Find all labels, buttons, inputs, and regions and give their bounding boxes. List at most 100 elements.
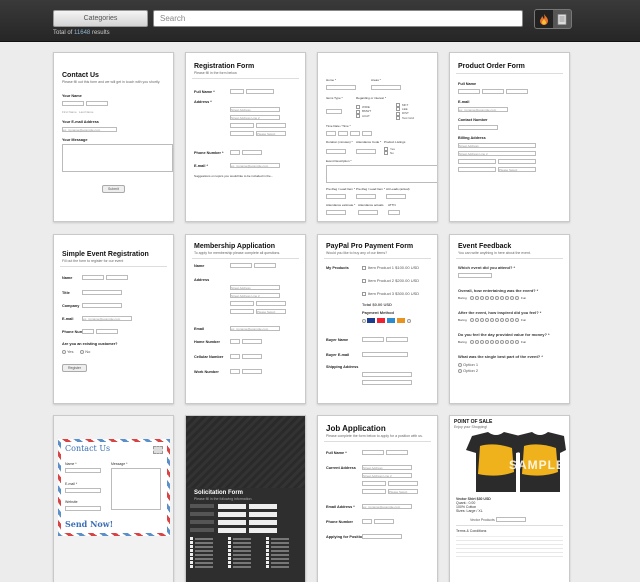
first-input[interactable]: [458, 89, 480, 94]
rating-radio[interactable]: [500, 318, 504, 322]
time-input[interactable]: [362, 130, 372, 136]
yes-radio[interactable]: [62, 349, 66, 354]
date-input[interactable]: [338, 130, 348, 136]
dark-checkbox[interactable]: [266, 549, 269, 552]
phone-input[interactable]: [242, 150, 262, 155]
dark-checkbox[interactable]: [228, 553, 231, 556]
estimate-input[interactable]: [326, 210, 346, 216]
first-input[interactable]: [82, 275, 104, 280]
dark-checkbox[interactable]: [190, 565, 193, 568]
option-checkbox[interactable]: [356, 113, 360, 118]
template-card-registration-form[interactable]: Registration Form Please fill in the for…: [185, 52, 306, 222]
select-input[interactable]: [371, 85, 401, 90]
register-button[interactable]: Register: [62, 364, 88, 372]
rating-radio[interactable]: [495, 340, 499, 344]
last-input[interactable]: [506, 89, 528, 94]
first-input[interactable]: [230, 263, 252, 268]
country-select[interactable]: Please Select: [256, 131, 286, 136]
send-button[interactable]: Send Now!: [65, 519, 113, 529]
rating-radio[interactable]: [495, 318, 499, 322]
template-card-contact-us-airmail[interactable]: Contact Us Name * E-mail * Website Messa…: [53, 415, 174, 582]
zip-input[interactable]: [458, 167, 496, 172]
template-card-membership-application[interactable]: Membership Application To apply for memb…: [185, 234, 306, 404]
state-input[interactable]: [256, 301, 286, 306]
message-textarea[interactable]: [62, 144, 173, 172]
payment-radio[interactable]: [362, 318, 366, 323]
dark-checkbox[interactable]: [266, 541, 269, 544]
first-input[interactable]: [230, 89, 244, 94]
street-input[interactable]: Street Address: [230, 285, 280, 290]
phone-input[interactable]: [242, 354, 262, 359]
template-card-simple-event-registration[interactable]: Simple Event Registration Fill out the f…: [53, 234, 174, 404]
date-input[interactable]: [326, 130, 336, 136]
rating-radio[interactable]: [475, 340, 479, 344]
dark-checkbox[interactable]: [266, 545, 269, 548]
city-input[interactable]: [230, 123, 254, 128]
first-name-input[interactable]: [62, 101, 84, 106]
dark-input[interactable]: [249, 528, 277, 533]
last-name-input[interactable]: [86, 101, 108, 106]
dark-checkbox[interactable]: [266, 553, 269, 556]
rating-radio[interactable]: [480, 318, 484, 322]
country-select[interactable]: Please Select: [498, 167, 536, 172]
city-input[interactable]: [458, 159, 496, 164]
rating-radio[interactable]: [505, 296, 509, 300]
zip-input[interactable]: [230, 131, 254, 136]
rating-scale[interactable]: Boring Fun: [458, 318, 569, 322]
phone-input[interactable]: [242, 369, 262, 374]
dark-checkbox[interactable]: [190, 541, 193, 544]
last-input[interactable]: [254, 263, 276, 268]
select-input[interactable]: [326, 85, 356, 90]
dark-input[interactable]: [218, 528, 246, 533]
position-select[interactable]: [362, 534, 402, 539]
rating-radio[interactable]: [515, 296, 519, 300]
dark-checkbox[interactable]: [228, 549, 231, 552]
rating-radio[interactable]: [495, 296, 499, 300]
street-input[interactable]: Street Address: [362, 465, 412, 470]
street2-input[interactable]: Street Address Line 2: [362, 473, 412, 478]
dark-checkbox[interactable]: [190, 545, 193, 548]
dark-checkbox[interactable]: [190, 537, 193, 540]
option-radio[interactable]: [458, 362, 462, 367]
dark-input[interactable]: [249, 504, 277, 509]
zip-input[interactable]: [230, 309, 254, 314]
rating-radio[interactable]: [505, 340, 509, 344]
city-input[interactable]: [230, 301, 254, 306]
state-input[interactable]: [388, 481, 418, 486]
rating-radio[interactable]: [510, 296, 514, 300]
street2-input[interactable]: Street Address Line 2: [230, 115, 280, 120]
dark-checkbox[interactable]: [190, 553, 193, 556]
product-select[interactable]: [495, 517, 526, 522]
template-card-paypal-pro-payment[interactable]: PayPal Pro Payment Form Would you like t…: [317, 234, 438, 404]
template-card-contact-us[interactable]: Contact Us Please fill out this form and…: [53, 52, 174, 222]
dark-checkbox[interactable]: [228, 537, 231, 540]
zip-input[interactable]: [362, 489, 386, 494]
street2-input[interactable]: [362, 380, 412, 385]
rating-radio[interactable]: [510, 318, 514, 322]
leads-input[interactable]: [386, 194, 406, 200]
list-view-button[interactable]: [553, 10, 571, 28]
company-input[interactable]: [82, 303, 122, 308]
prereg-input[interactable]: [356, 194, 376, 200]
prereg-input[interactable]: [326, 194, 346, 200]
phone-input[interactable]: [374, 519, 394, 524]
rating-radio[interactable]: [485, 318, 489, 322]
rating-radio[interactable]: [515, 340, 519, 344]
template-card-point-of-sale[interactable]: POINT OF SALE Enjoy your Shopping! SAMPL…: [449, 415, 570, 582]
email-input[interactable]: ex: myname@example.com: [230, 163, 280, 168]
area-input[interactable]: [230, 354, 240, 359]
area-input[interactable]: [362, 519, 372, 524]
duration-input[interactable]: [326, 148, 346, 154]
rating-radio[interactable]: [485, 296, 489, 300]
street2-input[interactable]: Street Address Line 2: [458, 151, 536, 156]
dark-checkbox[interactable]: [266, 561, 269, 564]
rating-radio[interactable]: [515, 318, 519, 322]
dark-input[interactable]: [249, 512, 277, 517]
dark-input[interactable]: [218, 520, 246, 525]
template-card-product-order-form[interactable]: Product Order Form Full Name E-mail ex: …: [449, 52, 570, 222]
thumbnail-view-button[interactable]: [535, 10, 553, 28]
email-input[interactable]: [362, 352, 408, 357]
email-input[interactable]: ex: myname@example.com: [62, 127, 117, 132]
dark-checkbox[interactable]: [228, 561, 231, 564]
country-select[interactable]: Please Select: [256, 309, 286, 314]
